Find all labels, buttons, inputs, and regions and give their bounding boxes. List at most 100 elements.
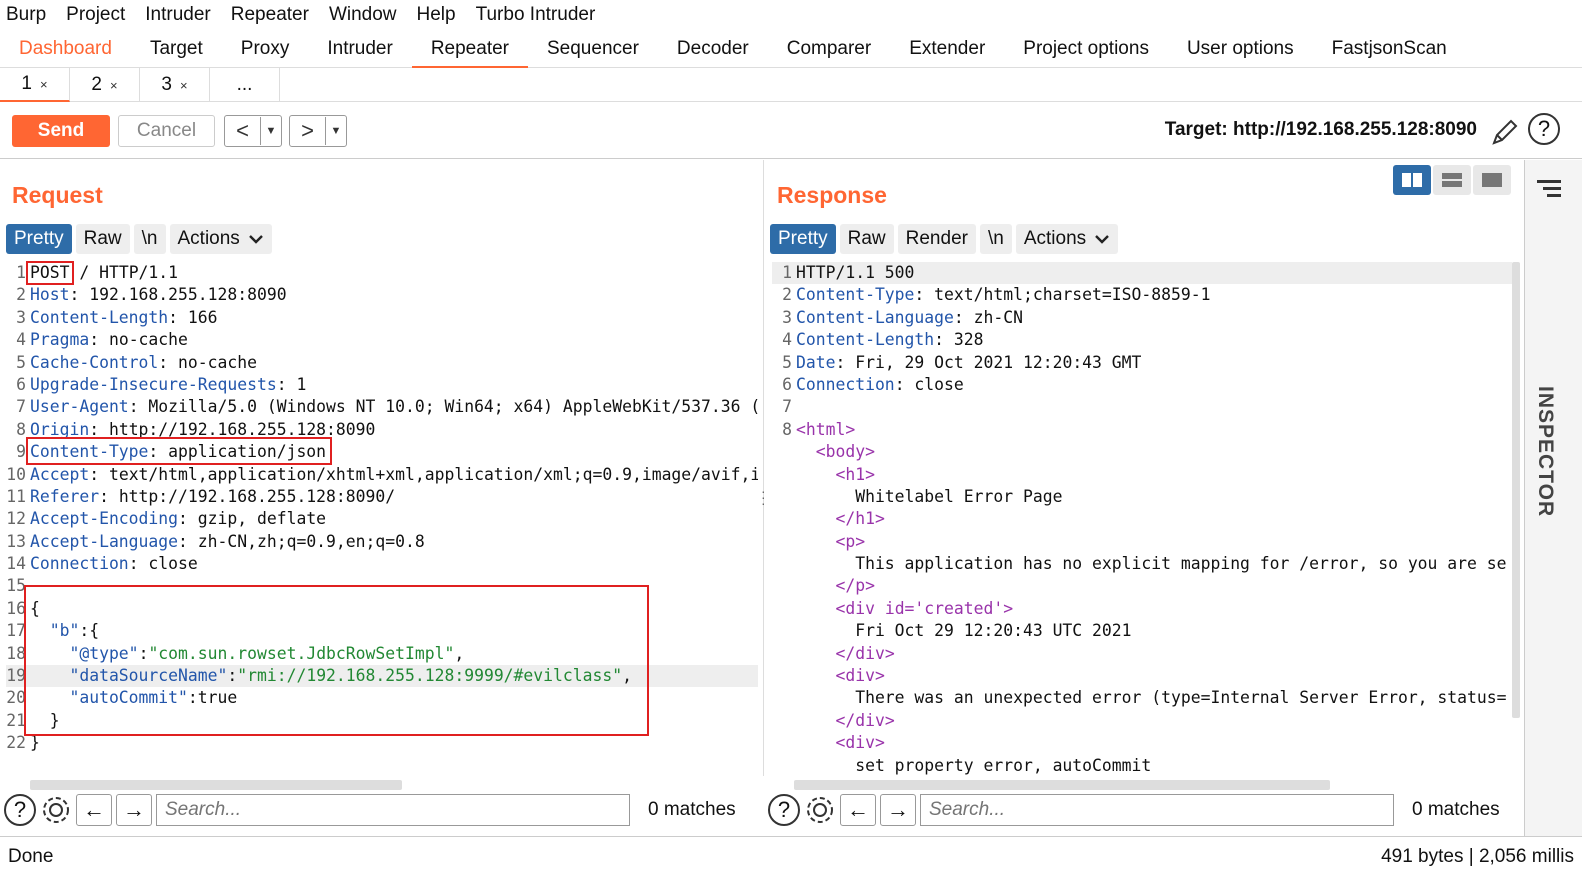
request-hscrollbar[interactable]: [30, 780, 402, 790]
response-line[interactable]: Fri Oct 29 12:20:43 UTC 2021: [772, 620, 1512, 642]
response-search-input[interactable]: [920, 794, 1394, 826]
request-line[interactable]: 12 Accept-Encoding: gzip, deflate: [6, 508, 758, 530]
inspector-panel[interactable]: INSPECTOR: [1525, 160, 1582, 836]
request-tab-newline[interactable]: \n: [133, 224, 166, 254]
response-line[interactable]: <div id='created'>: [772, 598, 1512, 620]
tab-repeater[interactable]: Repeater: [411, 32, 528, 68]
previous-match-button[interactable]: ←: [76, 794, 112, 826]
tab-dashboard[interactable]: Dashboard: [0, 32, 131, 68]
dropdown-icon[interactable]: ▼: [326, 125, 346, 137]
tab-target[interactable]: Target: [131, 32, 222, 68]
response-line[interactable]: </div>: [772, 710, 1512, 732]
repeater-tab-4[interactable]: ...: [210, 68, 280, 102]
repeater-tab-2[interactable]: 2 ×: [70, 68, 140, 102]
split-horizontal-icon[interactable]: [1393, 165, 1431, 195]
repeater-tab-1[interactable]: 1 ×: [0, 68, 70, 102]
close-icon[interactable]: ×: [110, 78, 118, 93]
response-tab-newline[interactable]: \n: [979, 224, 1012, 254]
response-line[interactable]: This application has no explicit mapping…: [772, 553, 1512, 575]
menu-intruder[interactable]: Intruder: [145, 4, 210, 26]
response-line[interactable]: <body>: [772, 441, 1512, 463]
request-actions-menu[interactable]: Actions: [169, 224, 272, 254]
previous-match-button[interactable]: ←: [840, 794, 876, 826]
send-button[interactable]: Send: [12, 115, 110, 147]
response-line[interactable]: 1 HTTP/1.1 500: [772, 262, 1512, 285]
response-line[interactable]: 6 Connection: close: [772, 374, 1512, 396]
gear-icon[interactable]: [804, 794, 836, 826]
response-line[interactable]: 3 Content-Language: zh-CN: [772, 307, 1512, 329]
tab-user-options[interactable]: User options: [1168, 32, 1313, 68]
gear-icon[interactable]: [40, 794, 72, 826]
request-tab-raw[interactable]: Raw: [75, 224, 130, 254]
response-tab-pretty[interactable]: Pretty: [770, 224, 836, 254]
request-line[interactable]: 13 Accept-Language: zh-CN,zh;q=0.9,en;q=0…: [6, 531, 758, 553]
response-vscrollbar[interactable]: [1512, 262, 1520, 718]
tab-intruder[interactable]: Intruder: [308, 32, 411, 68]
response-line[interactable]: </p>: [772, 575, 1512, 597]
request-search-input[interactable]: [156, 794, 630, 826]
split-vertical-icon[interactable]: [1433, 165, 1471, 195]
tab-fastjsonscan[interactable]: FastjsonScan: [1313, 32, 1466, 68]
help-icon[interactable]: ?: [4, 794, 36, 826]
cancel-button[interactable]: Cancel: [118, 115, 215, 147]
request-line[interactable]: 5 Cache-Control: no-cache: [6, 352, 758, 374]
menu-repeater[interactable]: Repeater: [231, 4, 309, 26]
target-label[interactable]: Target: http://192.168.255.128:8090: [1165, 119, 1477, 141]
tab-comparer[interactable]: Comparer: [768, 32, 890, 68]
response-line[interactable]: 2 Content-Type: text/html;charset=ISO-885…: [772, 284, 1512, 306]
line-number: [772, 575, 796, 597]
next-match-button[interactable]: →: [880, 794, 916, 826]
response-line[interactable]: Whitelabel Error Page: [772, 486, 1512, 508]
response-line[interactable]: set property error, autoCommit: [772, 755, 1512, 777]
help-icon[interactable]: ?: [1528, 113, 1560, 145]
forward-button[interactable]: > ▼: [289, 115, 347, 147]
request-line[interactable]: 11 Referer: http://192.168.255.128:8090/: [6, 486, 758, 508]
response-actions-menu[interactable]: Actions: [1015, 224, 1119, 254]
response-line[interactable]: <p>: [772, 531, 1512, 553]
request-line[interactable]: 1 POST / HTTP/1.1: [6, 262, 758, 284]
tab-decoder[interactable]: Decoder: [658, 32, 768, 68]
request-line[interactable]: 4 Pragma: no-cache: [6, 329, 758, 351]
response-line[interactable]: <h1>: [772, 464, 1512, 486]
back-button[interactable]: < ▼: [224, 115, 282, 147]
menu-help[interactable]: Help: [417, 4, 456, 26]
request-line[interactable]: 10 Accept: text/html,application/xhtml+xm…: [6, 464, 758, 486]
response-line[interactable]: <div>: [772, 732, 1512, 754]
menu-window[interactable]: Window: [329, 4, 397, 26]
response-editor[interactable]: 1 HTTP/1.1 500 2 Content-Type: text/html;ch…: [772, 262, 1512, 778]
response-tab-render[interactable]: Render: [897, 224, 976, 254]
menu-burp[interactable]: Burp: [6, 4, 46, 26]
request-tab-pretty[interactable]: Pretty: [6, 224, 72, 254]
repeater-tab-3[interactable]: 3 ×: [140, 68, 210, 102]
response-line[interactable]: </div>: [772, 643, 1512, 665]
inspector-menu-icon[interactable]: [1537, 180, 1561, 201]
request-line[interactable]: 7 User-Agent: Mozilla/5.0 (Windows NT 10.…: [6, 396, 758, 418]
response-line[interactable]: 7: [772, 396, 1512, 418]
tab-extender[interactable]: Extender: [890, 32, 1004, 68]
menu-turbo-intruder[interactable]: Turbo Intruder: [476, 4, 596, 26]
tab-sequencer[interactable]: Sequencer: [528, 32, 658, 68]
request-line[interactable]: 14 Connection: close: [6, 553, 758, 575]
response-line[interactable]: </h1>: [772, 508, 1512, 530]
response-line[interactable]: 8 <html>: [772, 419, 1512, 441]
dropdown-icon[interactable]: ▼: [261, 125, 281, 137]
inspector-label[interactable]: INSPECTOR: [1533, 386, 1557, 517]
pencil-icon[interactable]: [1490, 117, 1520, 147]
close-icon[interactable]: ×: [180, 78, 188, 93]
response-line[interactable]: There was an unexpected error (type=Inte…: [772, 687, 1512, 709]
help-icon[interactable]: ?: [768, 794, 800, 826]
next-match-button[interactable]: →: [116, 794, 152, 826]
close-icon[interactable]: ×: [40, 77, 48, 92]
response-tab-raw[interactable]: Raw: [839, 224, 894, 254]
request-line[interactable]: 6 Upgrade-Insecure-Requests: 1: [6, 374, 758, 396]
tabs-layout-icon[interactable]: [1473, 165, 1511, 195]
request-line[interactable]: 2 Host: 192.168.255.128:8090: [6, 284, 758, 306]
response-hscrollbar[interactable]: [794, 780, 1330, 790]
response-line[interactable]: 4 Content-Length: 328: [772, 329, 1512, 351]
menu-project[interactable]: Project: [66, 4, 125, 26]
response-line[interactable]: <div>: [772, 665, 1512, 687]
tab-project-options[interactable]: Project options: [1004, 32, 1168, 68]
request-line[interactable]: 3 Content-Length: 166: [6, 307, 758, 329]
response-line[interactable]: 5 Date: Fri, 29 Oct 2021 12:20:43 GMT: [772, 352, 1512, 374]
tab-proxy[interactable]: Proxy: [222, 32, 309, 68]
